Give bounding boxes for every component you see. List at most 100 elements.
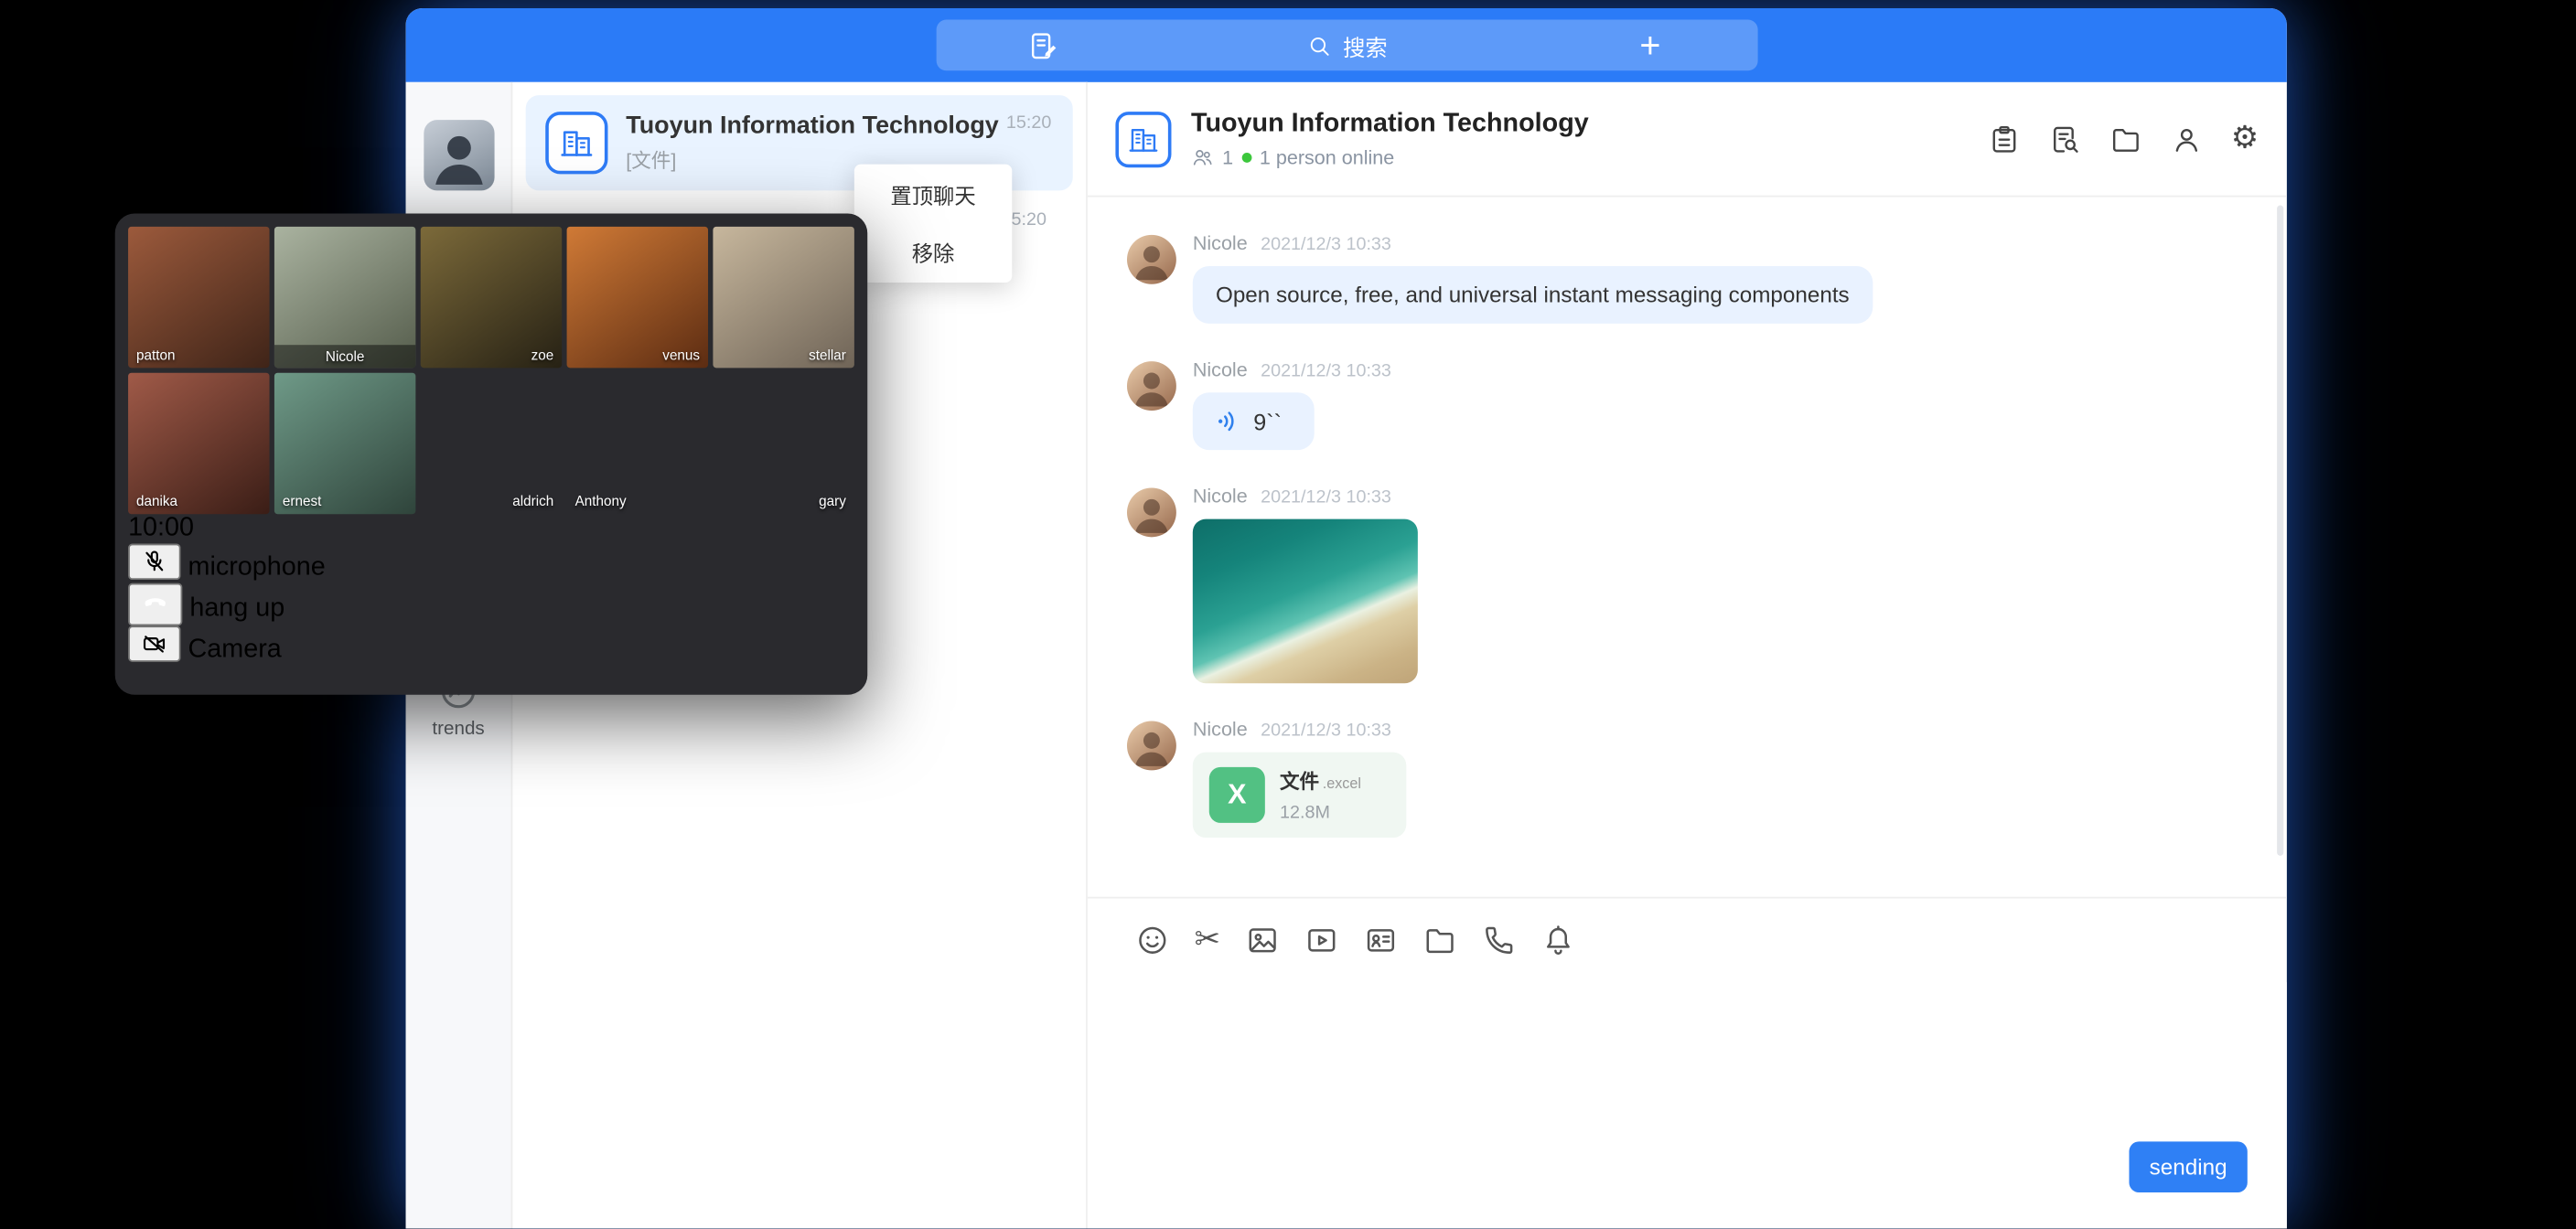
message-time: 2021/12/3 10:33 bbox=[1261, 235, 1391, 255]
file-info: 文件.excel 12.8M bbox=[1280, 767, 1361, 823]
person-icon bbox=[2170, 123, 2203, 155]
folder-icon bbox=[2109, 123, 2142, 155]
participant-name: Anthony bbox=[575, 493, 627, 509]
call-participant-tile[interactable]: Anthony bbox=[567, 373, 708, 514]
file-size: 12.8M bbox=[1280, 803, 1361, 823]
call-participant-tile[interactable]: stellar bbox=[713, 227, 853, 368]
avatar[interactable] bbox=[1127, 721, 1176, 771]
member-count: 1 bbox=[1222, 145, 1233, 168]
group-files-button[interactable] bbox=[2109, 123, 2142, 155]
group-notice-button[interactable] bbox=[1988, 123, 2021, 155]
participant-name: venus bbox=[662, 347, 700, 363]
search-button[interactable]: 搜索 bbox=[1149, 28, 1543, 61]
group-members-button[interactable] bbox=[2170, 123, 2203, 155]
call-control-camera: Camera bbox=[128, 625, 854, 665]
custom-document-icon bbox=[0, 565, 41, 606]
call-participant-tile[interactable]: ernest bbox=[274, 373, 415, 514]
scrollbar[interactable] bbox=[2277, 206, 2283, 856]
file-message-card[interactable]: X 文件.excel 12.8M bbox=[1193, 753, 1406, 838]
composer-item-label: voice bbox=[0, 324, 61, 352]
building-icon bbox=[559, 125, 596, 162]
picture-icon bbox=[0, 141, 41, 182]
text-message-bubble[interactable]: Open source, free, and universal instant… bbox=[1193, 266, 1873, 324]
screenshot-button[interactable]: ✂ bbox=[1195, 924, 1221, 956]
microphone-button[interactable] bbox=[128, 544, 180, 581]
person-silhouette-icon bbox=[1127, 487, 1176, 537]
notification-button[interactable] bbox=[1540, 923, 1575, 957]
mic-off-icon bbox=[141, 549, 167, 575]
control-label: hang up bbox=[189, 594, 284, 623]
folder-icon bbox=[1422, 923, 1457, 957]
conversation-time: 15:20 bbox=[1006, 113, 1051, 134]
composer-toolbar: ✂ bbox=[1088, 897, 2287, 982]
menu-item-pin-chat[interactable]: 置顶聊天 bbox=[854, 166, 1012, 223]
composer-item-label: more bbox=[0, 677, 59, 705]
composer-item-label: custom bbox=[0, 606, 85, 635]
composer-item-label: video bbox=[0, 394, 63, 422]
avatar[interactable] bbox=[1127, 487, 1176, 537]
chat-history-search-button[interactable] bbox=[2048, 123, 2081, 155]
message-time: 2021/12/3 10:33 bbox=[1261, 487, 1391, 508]
participant-name: Nicole bbox=[274, 345, 415, 368]
expression-icon bbox=[0, 70, 41, 112]
user-avatar[interactable] bbox=[424, 120, 494, 190]
message-body: Nicole 2021/12/3 10:33 9`` bbox=[1193, 358, 1391, 451]
image-message-beach[interactable] bbox=[1193, 519, 1418, 684]
message-time: 2021/12/3 10:33 bbox=[1261, 361, 1391, 381]
chat-header-texts: Tuoyun Information Technology 1 1 person… bbox=[1191, 109, 1589, 168]
voice-wave-icon bbox=[1214, 407, 1242, 435]
hangup-button[interactable] bbox=[128, 583, 182, 626]
message-meta: Nicole 2021/12/3 10:33 bbox=[1193, 358, 1391, 381]
person-silhouette-icon bbox=[424, 120, 494, 190]
bell-icon bbox=[1540, 923, 1575, 957]
call-participant-tile[interactable]: aldrich bbox=[421, 373, 562, 514]
message-body: Nicole 2021/12/3 10:33 Open source, free… bbox=[1193, 231, 1873, 324]
avatar[interactable] bbox=[1127, 361, 1176, 411]
message-list[interactable]: Nicole 2021/12/3 10:33 Open source, free… bbox=[1088, 198, 2287, 897]
call-participant-tile[interactable]: Nicole bbox=[274, 227, 415, 368]
call-button[interactable] bbox=[1482, 923, 1517, 957]
file-folder-icon bbox=[0, 423, 41, 465]
message-input[interactable] bbox=[1088, 982, 2287, 1228]
sender-name: Nicole bbox=[1193, 358, 1248, 381]
message: Nicole 2021/12/3 10:33 Open source, free… bbox=[1127, 231, 2287, 324]
participant-name: patton bbox=[136, 347, 175, 363]
call-controls: microphone hang up Camer bbox=[128, 544, 854, 666]
menu-item-remove[interactable]: 移除 bbox=[854, 223, 1012, 281]
contact-card-button[interactable] bbox=[1363, 923, 1398, 957]
group-avatar bbox=[1115, 111, 1171, 166]
video-button[interactable] bbox=[1304, 923, 1339, 957]
online-dot-icon bbox=[1241, 152, 1251, 162]
call-participant-tile[interactable]: venus bbox=[567, 227, 708, 368]
text-icon bbox=[0, 0, 41, 41]
sender-name: Nicole bbox=[1193, 485, 1248, 508]
send-button[interactable]: sending bbox=[2129, 1141, 2247, 1192]
call-participant-tile[interactable]: zoe bbox=[421, 227, 562, 368]
person-silhouette-icon bbox=[1127, 235, 1176, 284]
participant-grid: patton Nicole zoe venus stellar danika e… bbox=[128, 227, 854, 514]
call-participant-tile[interactable]: gary bbox=[713, 373, 853, 514]
video-icon bbox=[0, 353, 41, 394]
image-button[interactable] bbox=[1245, 923, 1280, 957]
participant-name: aldrich bbox=[512, 493, 553, 509]
call-participant-tile[interactable]: patton bbox=[128, 227, 269, 368]
settings-button[interactable]: ⚙ bbox=[2231, 123, 2259, 155]
composer-item-label: text bbox=[0, 41, 42, 69]
camera-button[interactable] bbox=[128, 625, 180, 662]
file-button[interactable] bbox=[1422, 923, 1457, 957]
message: Nicole 2021/12/3 10:33 9`` bbox=[1127, 358, 2287, 451]
call-participant-tile[interactable]: danika bbox=[128, 373, 269, 514]
message: Nicole 2021/12/3 10:33 X 文件.excel 12.8M bbox=[1127, 718, 2287, 838]
picture-icon bbox=[1245, 923, 1280, 957]
sender-name: Nicole bbox=[1193, 718, 1248, 741]
emoji-button[interactable] bbox=[1135, 923, 1170, 957]
voice-message-bubble[interactable]: 9`` bbox=[1193, 392, 1315, 450]
group-avatar bbox=[545, 112, 607, 174]
notes-button[interactable] bbox=[936, 20, 1149, 71]
composer-item-label: expression bbox=[0, 112, 127, 140]
avatar[interactable] bbox=[1127, 235, 1176, 284]
emoji-icon bbox=[1135, 923, 1170, 957]
add-button[interactable]: + bbox=[1543, 20, 1756, 71]
search-icon bbox=[1305, 32, 1332, 59]
more-icon bbox=[0, 636, 41, 677]
